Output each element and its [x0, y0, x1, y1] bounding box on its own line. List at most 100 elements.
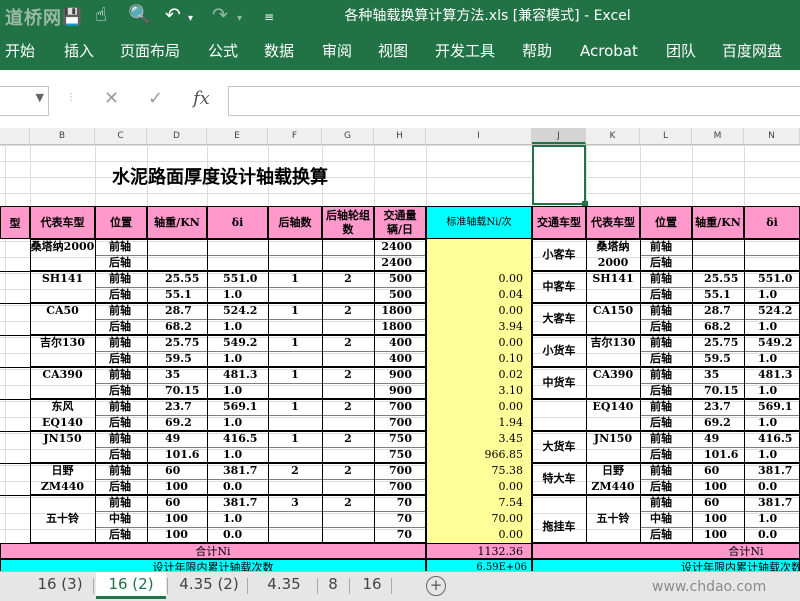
- vsep: [744, 239, 745, 543]
- group-border-left: [30, 367, 426, 399]
- column-header-L[interactable]: L: [640, 128, 692, 144]
- sheet-title: 水泥路面厚度设计轴载换算: [112, 167, 328, 188]
- cell-I[interactable]: 0.02: [426, 367, 532, 383]
- sheet-tab-5[interactable]: 16: [354, 572, 390, 599]
- save-icon[interactable]: 💾: [62, 6, 82, 28]
- group-border-right: [532, 463, 800, 495]
- header-E: δi: [207, 206, 268, 239]
- tab-0[interactable]: 开始: [5, 41, 35, 61]
- total-label-right: 合计Ni: [532, 543, 800, 559]
- insert-function-icon[interactable]: fx: [193, 88, 210, 109]
- header-H: 交通量辆/日: [374, 206, 426, 239]
- column-header-J[interactable]: J: [532, 128, 586, 144]
- column-header-N[interactable]: N: [744, 128, 800, 144]
- tab-6[interactable]: 视图: [378, 41, 408, 61]
- tab-9[interactable]: Acrobat: [580, 41, 638, 61]
- sheet-tab-2[interactable]: 4.35 (2): [172, 572, 246, 599]
- tab-11[interactable]: 百度网盘: [722, 41, 782, 61]
- column-header-E[interactable]: E: [207, 128, 268, 144]
- window-title: 各种轴载换算计算方法.xls [兼容模式] - Excel: [344, 8, 631, 24]
- column-header-K[interactable]: K: [586, 128, 640, 144]
- vsep: [374, 239, 375, 543]
- cell-I[interactable]: 0.00: [426, 335, 532, 351]
- vsep: [640, 239, 641, 543]
- group-border-left: [30, 399, 426, 431]
- cell-I[interactable]: 0.00: [426, 303, 532, 319]
- cell-I[interactable]: 1.94: [426, 415, 532, 431]
- cell-I[interactable]: 3.10: [426, 383, 532, 399]
- group-border-cut: [0, 431, 30, 432]
- title-bar: 道桥网 ☝ 🔍 ↶ ▾ ↷ ▾ ≡ 各种轴载换算计算方法.xls [兼容模式] …: [0, 0, 800, 32]
- cell-I[interactable]: [426, 239, 532, 255]
- cell-I[interactable]: 0.00: [426, 271, 532, 287]
- sheet-tab-0[interactable]: 16 (3): [28, 572, 92, 599]
- tab-4[interactable]: 数据: [264, 41, 294, 61]
- header-F: 后轴数: [268, 206, 322, 239]
- name-box-dropdown-icon[interactable]: ▼: [36, 91, 44, 104]
- cell-I[interactable]: 0.00: [426, 527, 532, 543]
- enter-icon[interactable]: ✓: [148, 88, 163, 109]
- group-border-cut: [0, 463, 30, 464]
- header-I: 标准轴载Ni/次: [426, 206, 532, 239]
- add-sheet-button[interactable]: +: [426, 576, 446, 596]
- tab-1[interactable]: 插入: [64, 41, 94, 61]
- group-border-right: [532, 239, 800, 271]
- sheet-tab-4[interactable]: 8: [318, 572, 348, 599]
- ribbon-tabs: 开始 插入 页面布局 公式 数据 审阅 视图 开发工具 帮助 Acrobat 团队 百度网盘: [0, 32, 800, 70]
- sheet-tab-3[interactable]: 4.35: [252, 572, 316, 599]
- group-border-right: [532, 335, 800, 367]
- group-border-right: [532, 271, 800, 303]
- grid-hline: [0, 161, 800, 162]
- cell-I[interactable]: 3.94: [426, 319, 532, 335]
- cell-I[interactable]: 0.00: [426, 479, 532, 495]
- group-border-left: [30, 271, 426, 303]
- worksheet-grid[interactable]: 水泥路面厚度设计轴载换算型代表车型 位置 轴重/KN δi 后轴数 后轴轮组数 交通量辆/日…: [0, 145, 800, 571]
- header-B: 代表车型: [30, 206, 95, 239]
- cell-I[interactable]: 0.00: [426, 399, 532, 415]
- group-border-cut: [0, 303, 30, 304]
- formula-bar: ▼ ⋮ ✕ ✓ fx: [0, 70, 800, 129]
- tab-10[interactable]: 团队: [666, 41, 696, 61]
- column-header-D[interactable]: D: [147, 128, 207, 144]
- cell-I[interactable]: 70.00: [426, 511, 532, 527]
- column-header-H[interactable]: H: [374, 128, 426, 144]
- cell-I[interactable]: 75.38: [426, 463, 532, 479]
- tab-5[interactable]: 审阅: [322, 41, 352, 61]
- header-D: 轴重/KN: [147, 206, 207, 239]
- cell-I[interactable]: 966.85: [426, 447, 532, 463]
- tab-2[interactable]: 页面布局: [120, 41, 180, 61]
- column-header-M[interactable]: M: [692, 128, 744, 144]
- tab-7[interactable]: 开发工具: [435, 41, 495, 61]
- sheet-tab-sep: [391, 578, 392, 594]
- tab-3[interactable]: 公式: [208, 41, 238, 61]
- cancel-icon[interactable]: ✕: [104, 88, 119, 109]
- group-border-cut: [0, 335, 30, 336]
- group-border-cut: [0, 271, 30, 272]
- column-header-G[interactable]: G: [322, 128, 374, 144]
- cell-I[interactable]: 0.10: [426, 351, 532, 367]
- selected-cell[interactable]: [532, 145, 586, 205]
- bottom-watermark: www.chdao.com: [652, 579, 767, 595]
- column-header-C[interactable]: C: [95, 128, 147, 144]
- group-border-cut: [0, 495, 30, 496]
- cell-I[interactable]: 0.04: [426, 287, 532, 303]
- column-header-B[interactable]: B: [30, 128, 95, 144]
- vsep: [268, 239, 269, 543]
- header-M: 轴重/KN: [692, 206, 744, 239]
- formula-input[interactable]: [228, 86, 800, 116]
- cell-I[interactable]: [426, 255, 532, 271]
- column-header-A[interactable]: [5, 128, 30, 144]
- header-K: 代表车型: [586, 206, 640, 239]
- tab-8[interactable]: 帮助: [522, 41, 552, 61]
- name-box[interactable]: ▼: [0, 86, 49, 116]
- group-border-left: [30, 431, 426, 463]
- column-header-F[interactable]: F: [268, 128, 322, 144]
- sheet-tab-sep: [167, 578, 168, 594]
- group-border-cut: [0, 367, 30, 368]
- cell-I[interactable]: 3.45: [426, 431, 532, 447]
- cell-I[interactable]: 7.54: [426, 495, 532, 511]
- sheet-tab-sep: [93, 578, 94, 594]
- sheet-tab-1[interactable]: 16 (2): [96, 572, 166, 599]
- header-G: 后轴轮组数: [322, 206, 374, 239]
- column-header-I[interactable]: I: [426, 128, 532, 144]
